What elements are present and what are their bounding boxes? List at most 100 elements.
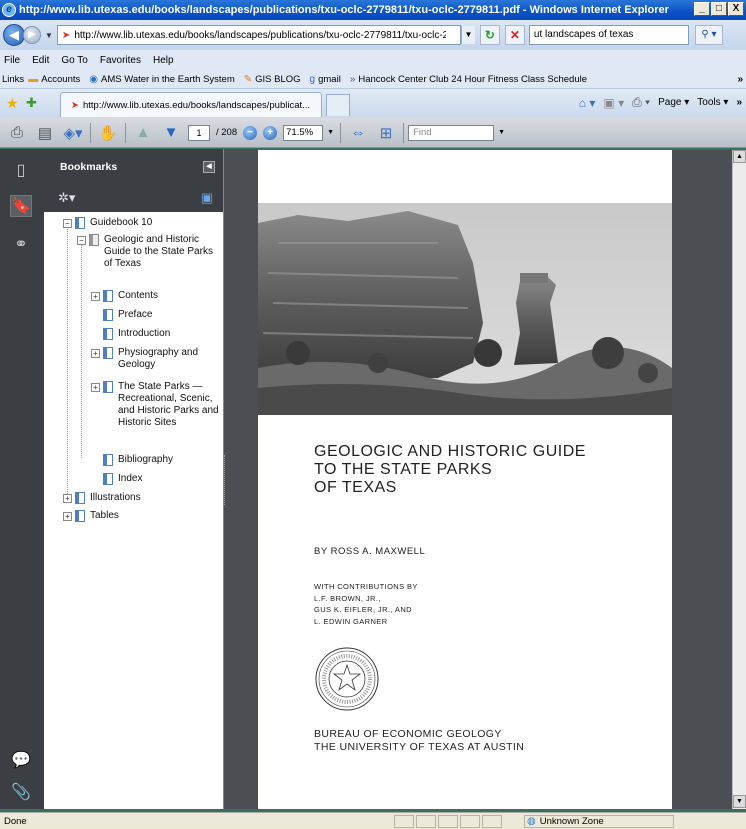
scroll-down-icon[interactable]: ▼ xyxy=(733,795,746,808)
search-input[interactable]: ut landscapes of texas xyxy=(528,25,689,45)
minimize-button[interactable]: _ xyxy=(694,2,710,16)
bookmarks-panel: Bookmarks ◀ ✲▾ ▣ − Guidebook 10 − Geolog… xyxy=(44,149,224,809)
menu-favorites[interactable]: Favorites xyxy=(100,55,141,66)
next-page-icon[interactable]: ▼ xyxy=(160,122,182,144)
bookmark-guidebook-10[interactable]: − Guidebook 10 xyxy=(63,217,152,229)
menu-goto[interactable]: Go To xyxy=(61,55,88,66)
bookmark-illustrations[interactable]: + Illustrations xyxy=(63,492,141,504)
link-ams[interactable]: ◉ AMS Water in the Earth System xyxy=(89,74,234,85)
expand-icon[interactable]: + xyxy=(63,494,72,503)
links-overflow-chevron[interactable]: » xyxy=(737,74,743,85)
comments-icon[interactable]: 💬 xyxy=(10,749,32,771)
menu-file[interactable]: File xyxy=(4,55,20,66)
previous-page-icon[interactable]: ▲ xyxy=(132,122,154,144)
zoom-field[interactable]: 71.5% xyxy=(283,124,324,141)
bookmark-contents[interactable]: + Contents xyxy=(91,290,158,302)
bookmark-geologic-guide[interactable]: − Geologic and Historic Guide to the Sta… xyxy=(77,234,217,270)
link-gis-blog[interactable]: ✎ GIS BLOG xyxy=(244,74,301,85)
expand-icon[interactable]: + xyxy=(63,512,72,521)
vertical-scrollbar[interactable]: ▲ ▼ xyxy=(732,150,746,809)
menu-help[interactable]: Help xyxy=(153,55,174,66)
tab-current[interactable]: ➤ http://www.lib.utexas.edu/books/landsc… xyxy=(60,92,322,117)
collapse-icon[interactable]: − xyxy=(77,236,86,245)
bookmark-tables[interactable]: + Tables xyxy=(63,510,119,522)
links-bar: Links ▬ Accounts ◉ AMS Water in the Earth … xyxy=(0,70,746,89)
collapse-icon[interactable]: − xyxy=(63,219,72,228)
bookmark-preface[interactable]: Preface xyxy=(103,309,152,321)
print-icon[interactable]: ⎙ ▾ xyxy=(632,95,650,110)
bookmark-index[interactable]: Index xyxy=(103,473,142,485)
scroll-up-icon[interactable]: ▲ xyxy=(733,150,746,163)
attachments-paperclip-icon[interactable]: 📎 xyxy=(10,781,32,803)
link-gmail[interactable]: g gmail xyxy=(310,74,341,85)
navigation-rail: ▯ 🔖 ⚭ 💬 📎 xyxy=(0,149,44,809)
folder-icon: ▬ xyxy=(28,73,39,85)
page-total: / 208 xyxy=(216,127,238,138)
new-bookmark-icon[interactable]: ▣ xyxy=(201,190,213,206)
search-button[interactable]: ⚲ ▾ xyxy=(694,25,723,45)
favorites-star-icon[interactable]: ★ xyxy=(6,95,19,112)
print-icon[interactable]: ⎙ xyxy=(6,122,28,144)
page-number-input[interactable]: 1 xyxy=(188,124,210,141)
stop-button[interactable]: ✕ xyxy=(504,25,525,45)
fit-page-icon[interactable]: ⊞ xyxy=(375,122,397,144)
add-favorite-icon[interactable]: ✚ xyxy=(26,95,37,111)
tree-line xyxy=(67,226,68,496)
command-overflow-chevron[interactable]: » xyxy=(736,97,742,108)
tab-favicon-icon: ➤ xyxy=(71,99,79,111)
bookmark-physiography[interactable]: + Physiography and Geology xyxy=(91,347,230,371)
feeds-icon[interactable]: ▣ ▾ xyxy=(603,96,624,110)
bookmark-introduction[interactable]: Introduction xyxy=(103,328,170,340)
address-field[interactable]: ➤ http://www.lib.utexas.edu/books/landsc… xyxy=(56,25,461,45)
panel-close-icon[interactable]: ◀ xyxy=(203,161,215,173)
window-title: http://www.lib.utexas.edu/books/landscap… xyxy=(19,4,669,16)
bookmark-icon xyxy=(103,328,113,340)
panel-resize-grip[interactable] xyxy=(224,455,228,505)
zoom-in-icon[interactable]: + xyxy=(263,125,278,140)
options-gear-icon[interactable]: ✲▾ xyxy=(58,190,75,206)
pdf-page: GEOLOGIC AND HISTORIC GUIDE TO THE STATE… xyxy=(258,150,672,809)
toolbar-divider xyxy=(125,122,126,143)
expand-icon[interactable]: + xyxy=(91,292,100,301)
security-zone[interactable]: ◍ Unknown Zone xyxy=(524,814,674,828)
link-accounts[interactable]: ▬ Accounts xyxy=(28,74,80,85)
refresh-button[interactable]: ↻ xyxy=(479,25,500,45)
pdf-toolbar: ⎙ ▤ ◈▾ ✋ ▲ ▼ 1 / 208 − + 71.5% ▼ ⇔ ⊞ Fin… xyxy=(0,118,746,148)
link-hancock[interactable]: » Hancock Center Club 24 Hour Fitness Cla… xyxy=(350,74,587,85)
new-tab-button[interactable] xyxy=(326,94,350,116)
pages-icon[interactable]: ▯ xyxy=(10,159,32,181)
bookmark-icon xyxy=(75,510,85,522)
find-input[interactable]: Find xyxy=(408,124,495,141)
hand-tool-icon[interactable]: ✋ xyxy=(97,122,119,144)
maximize-button[interactable]: □ xyxy=(711,2,727,16)
zoom-dropdown-icon[interactable]: ▼ xyxy=(327,129,334,136)
bookmark-bibliography[interactable]: Bibliography xyxy=(103,454,173,466)
back-button[interactable]: ◀ xyxy=(3,24,25,46)
fit-width-icon[interactable]: ⇔ xyxy=(347,122,369,144)
save-icon[interactable]: ▤ xyxy=(34,122,56,144)
toolbar-divider xyxy=(403,122,405,143)
google-icon: g xyxy=(309,73,316,85)
address-dropdown-icon[interactable]: ▼ xyxy=(460,26,475,44)
menu-edit[interactable]: Edit xyxy=(32,55,49,66)
share-icon[interactable]: ◈▾ xyxy=(62,122,84,144)
contributors: WITH CONTRIBUTIONS BY L.F. BROWN, JR., G… xyxy=(314,582,418,626)
zoom-out-icon[interactable]: − xyxy=(243,125,258,140)
page-icon: ◉ xyxy=(89,73,98,85)
tools-menu[interactable]: Tools ▾ xyxy=(697,97,728,108)
binoculars-icon[interactable]: ⚭ xyxy=(10,233,32,255)
pencil-icon: ✎ xyxy=(243,73,253,85)
bookmarks-icon[interactable]: 🔖 xyxy=(10,195,32,217)
browser-window: e http://www.lib.utexas.edu/books/landsc… xyxy=(0,0,746,829)
find-dropdown-icon[interactable]: ▼ xyxy=(498,129,505,136)
page-menu[interactable]: Page ▾ xyxy=(658,97,689,108)
bookmark-icon xyxy=(103,454,113,466)
close-button[interactable]: X xyxy=(728,2,744,16)
forward-button[interactable]: ▶ xyxy=(23,26,41,44)
status-cell xyxy=(394,814,414,828)
home-icon[interactable]: ⌂ ▾ xyxy=(579,96,596,110)
expand-icon[interactable]: + xyxy=(91,349,100,358)
history-dropdown-icon[interactable]: ▼ xyxy=(45,31,53,40)
bookmark-state-parks[interactable]: + The State Parks — Recreational, Scenic… xyxy=(91,381,224,429)
expand-icon[interactable]: + xyxy=(91,383,100,392)
